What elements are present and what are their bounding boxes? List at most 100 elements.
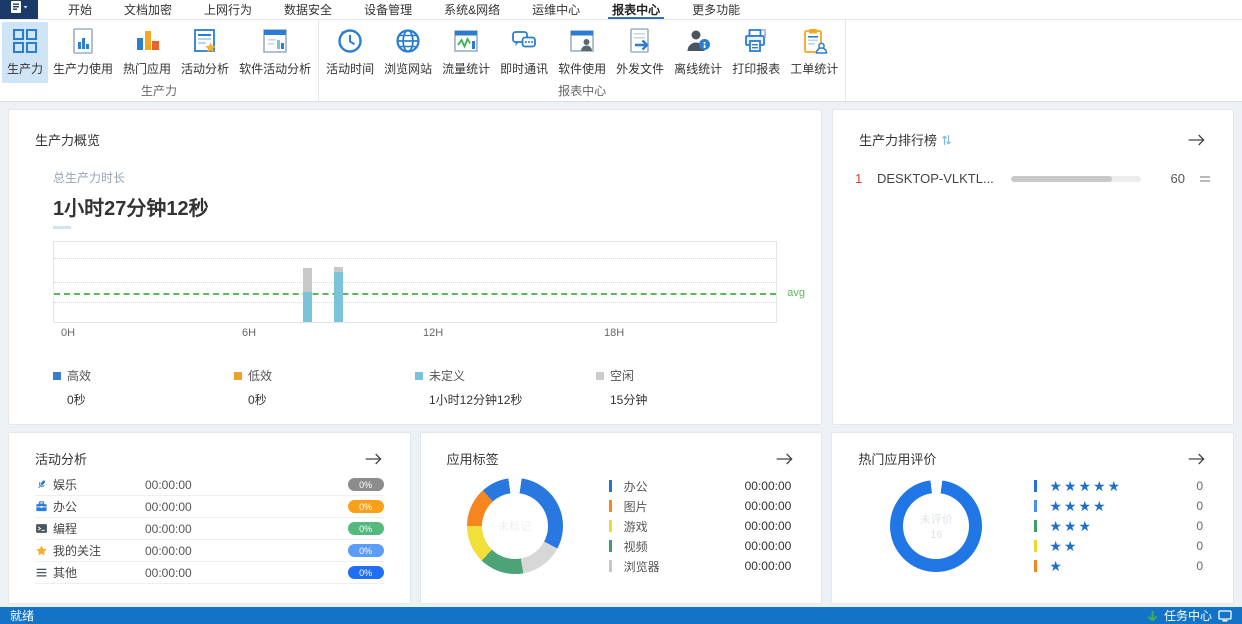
legend-label: 视频 bbox=[624, 538, 745, 555]
bar-stack bbox=[334, 242, 343, 322]
tool-label: 离线统计 bbox=[674, 60, 722, 77]
star-rating: ★★★★★ bbox=[1049, 478, 1196, 495]
legend-color-swatch bbox=[53, 372, 61, 380]
tool-软件活动分析[interactable]: 软件活动分析 bbox=[234, 22, 316, 83]
sort-icon[interactable] bbox=[942, 134, 951, 146]
legend-tick bbox=[1034, 480, 1037, 492]
legend-time: 00:00:00 bbox=[745, 559, 792, 573]
ranking-row[interactable]: 1DESKTOP-VLKTL...60 bbox=[855, 171, 1211, 186]
tool-活动分析[interactable]: 活动分析 bbox=[176, 22, 234, 83]
tool-label: 软件使用 bbox=[558, 60, 606, 77]
rating-count: 0 bbox=[1196, 519, 1203, 533]
activity-time: 00:00:00 bbox=[145, 500, 348, 514]
legend-label: 浏览器 bbox=[624, 558, 745, 575]
activity-row-编程[interactable]: 编程00:00:000% bbox=[35, 518, 384, 540]
score-value: 60 bbox=[1141, 171, 1199, 186]
menu-item-设备管理[interactable]: 设备管理 bbox=[348, 0, 428, 19]
activity-row-办公[interactable]: 办公00:00:000% bbox=[35, 496, 384, 518]
legend-tick bbox=[609, 500, 612, 512]
legend-item-未定义: 未定义1小时12分钟12秒 bbox=[415, 367, 596, 408]
app-menu-button[interactable] bbox=[0, 0, 38, 19]
tool-离线统计[interactable]: 离线统计 bbox=[669, 22, 727, 83]
legend-value: 0秒 bbox=[248, 391, 415, 408]
tool-外发文件[interactable]: 外发文件 bbox=[611, 22, 669, 83]
rating-count: 0 bbox=[1196, 559, 1203, 573]
rating-row-1-star: ★0 bbox=[1034, 556, 1203, 576]
star-icon bbox=[35, 544, 53, 557]
menu-item-上网行为[interactable]: 上网行为 bbox=[188, 0, 268, 19]
menu-item-运维中心[interactable]: 运维中心 bbox=[516, 0, 596, 19]
panel-title-app-rating: 热门应用评价 bbox=[858, 449, 936, 468]
app-tags-legend: 办公00:00:00图片00:00:00游戏00:00:00视频00:00:00… bbox=[609, 476, 822, 576]
activity-percent-badge: 0% bbox=[348, 500, 384, 513]
activity-row-娱乐[interactable]: 娱乐00:00:000% bbox=[35, 474, 384, 496]
rating-count: 0 bbox=[1196, 539, 1203, 553]
progress-track bbox=[1011, 176, 1141, 182]
avg-line-label: avg bbox=[787, 287, 805, 299]
bar-segment-空闲 bbox=[303, 268, 312, 291]
activity-time: 00:00:00 bbox=[145, 544, 348, 558]
app-rating-legend: ★★★★★0★★★★0★★★0★★0★0 bbox=[1034, 476, 1233, 576]
panel-app-rating: 热门应用评价 未评价 16 ★★★★★0★★★★0★★★0★★0★0 bbox=[831, 432, 1234, 604]
menu-item-开始[interactable]: 开始 bbox=[52, 0, 108, 19]
menu-item-文档加密[interactable]: 文档加密 bbox=[108, 0, 188, 19]
monitor-icon[interactable] bbox=[1218, 610, 1232, 622]
tool-label: 生产力 bbox=[7, 60, 43, 77]
tool-打印报表[interactable]: 打印报表 bbox=[727, 22, 785, 83]
menu-item-数据安全[interactable]: 数据安全 bbox=[268, 0, 348, 19]
tool-label: 流量统计 bbox=[442, 60, 490, 77]
device-name: DESKTOP-VLKTL... bbox=[877, 171, 1007, 186]
legend-tick bbox=[1034, 520, 1037, 532]
menu-item-报表中心[interactable]: 报表中心 bbox=[596, 0, 676, 19]
doc-star-icon bbox=[190, 26, 220, 56]
ranking-detail-arrow[interactable] bbox=[1187, 133, 1207, 147]
terminal-icon bbox=[35, 522, 53, 535]
legend-label: 办公 bbox=[624, 478, 745, 495]
legend-value: 15分钟 bbox=[610, 391, 777, 408]
legend-label-高效: 高效 bbox=[67, 367, 91, 384]
tool-即时通讯[interactable]: 即时通讯 bbox=[495, 22, 553, 83]
tool-热门应用[interactable]: 热门应用 bbox=[118, 22, 176, 83]
tool-label: 活动时间 bbox=[326, 60, 374, 77]
app-tags-donut-chart: 未标记 bbox=[467, 478, 563, 574]
legend-label-未定义: 未定义 bbox=[429, 367, 465, 384]
task-center-button[interactable]: 任务中心 bbox=[1164, 607, 1212, 624]
tool-流量统计[interactable]: 流量统计 bbox=[437, 22, 495, 83]
activity-detail-arrow[interactable] bbox=[364, 452, 384, 466]
tool-生产力[interactable]: 生产力 bbox=[2, 22, 48, 83]
doc-arrow-icon bbox=[625, 26, 655, 56]
total-productivity-label: 总生产力时长 bbox=[53, 169, 821, 186]
ribbon-group-label: 生产力 bbox=[2, 83, 316, 101]
tool-工单统计[interactable]: 工单统计 bbox=[785, 22, 843, 83]
tool-活动时间[interactable]: 活动时间 bbox=[321, 22, 379, 83]
activity-row-我的关注[interactable]: 我的关注00:00:000% bbox=[35, 540, 384, 562]
tool-软件使用[interactable]: 软件使用 bbox=[553, 22, 611, 83]
rating-row-5-star: ★★★★★0 bbox=[1034, 476, 1203, 496]
legend-item-top: 低效 bbox=[234, 367, 415, 384]
bar-chart-icon bbox=[132, 26, 162, 56]
panel-app-tags: 应用标签 未标记 办公00:00:00图片00:00:00游戏00:00:00视… bbox=[420, 432, 823, 604]
legend-item-top: 高效 bbox=[53, 367, 234, 384]
x-tick-0H: 0H bbox=[61, 327, 75, 339]
ribbon-tools: 活动时间浏览网站流量统计即时通讯软件使用外发文件离线统计打印报表工单统计 bbox=[321, 20, 843, 83]
menu-item-系统&网络[interactable]: 系统&网络 bbox=[428, 0, 516, 19]
legend-color-swatch bbox=[234, 372, 242, 380]
avg-line bbox=[54, 293, 776, 295]
activity-row-其他[interactable]: 其他00:00:000% bbox=[35, 562, 384, 584]
printer-icon bbox=[741, 26, 771, 56]
activity-rows: 娱乐00:00:000%办公00:00:000%编程00:00:000%我的关注… bbox=[35, 474, 384, 584]
main-content: 生产力概览 总生产力时长 1小时27分钟12秒 avg 0H6H12H18H 高… bbox=[0, 102, 1242, 604]
legend-tick bbox=[609, 480, 612, 492]
tool-浏览网站[interactable]: 浏览网站 bbox=[379, 22, 437, 83]
app-tags-detail-arrow[interactable] bbox=[775, 452, 795, 466]
menu-items: 开始文档加密上网行为数据安全设备管理系统&网络运维中心报表中心更多功能 bbox=[52, 0, 756, 19]
activity-label: 娱乐 bbox=[53, 476, 145, 493]
window-chart-icon bbox=[260, 26, 290, 56]
legend-tick bbox=[1034, 560, 1037, 572]
app-rating-detail-arrow[interactable] bbox=[1187, 452, 1207, 466]
rating-row-4-star: ★★★★0 bbox=[1034, 496, 1203, 516]
pulse-chart-icon bbox=[451, 26, 481, 56]
tool-生产力使用[interactable]: 生产力使用 bbox=[48, 22, 118, 83]
ribbon: 生产力生产力使用热门应用活动分析软件活动分析生产力活动时间浏览网站流量统计即时通… bbox=[0, 20, 1242, 102]
menu-item-更多功能[interactable]: 更多功能 bbox=[676, 0, 756, 19]
